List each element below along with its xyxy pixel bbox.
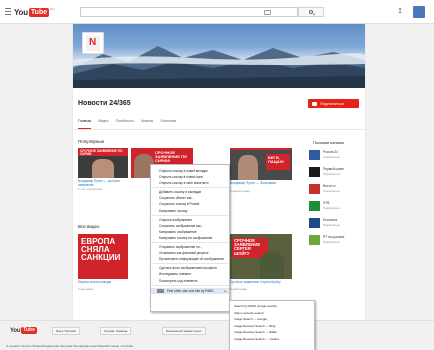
video-thumbnail[interactable]: БЕГИ, ПАЦАН! — [230, 150, 292, 180]
related-channels-title: Похожие каналы — [313, 140, 345, 145]
channel-name[interactable]: Вести ru — [323, 184, 363, 188]
related-channel-item[interactable]: RT на русском Подписаться — [309, 235, 365, 247]
context-menu-separator — [151, 187, 229, 189]
channel-logo-icon: N — [86, 35, 100, 51]
subscribe-link[interactable]: Подписаться — [323, 189, 340, 193]
keyboard-icon[interactable] — [264, 10, 271, 15]
video-title[interactable]: Срочное заявление Сергея Шойгу — [230, 280, 292, 285]
subscribe-link[interactable]: Подписаться — [323, 240, 340, 244]
footer-logo-badge: Tube — [21, 327, 37, 334]
related-channel-item[interactable]: Euronews Подписаться — [309, 218, 365, 230]
thumbnail-person — [260, 252, 284, 279]
tab-about[interactable]: Описание — [160, 119, 176, 129]
channel-name[interactable]: Первый канал — [323, 167, 363, 171]
thumbnail-caption: СРОЧНОЕ ЗАЯВЛЕНИЕ ПО СИРИИ — [80, 149, 123, 157]
video-meta: 1 тыс. просмотров — [78, 187, 102, 191]
context-menu-separator — [151, 214, 229, 216]
submenu-arrow-icon: ▸ — [224, 288, 226, 293]
thumbnail-caption: СРОЧНОЕ ЗАЯВЛЕНИЕ ПО СИРИИ! — [155, 150, 188, 163]
rimg-submenu: Search by RIMG (image search) Video conte… — [229, 300, 315, 350]
video-title[interactable]: Владимир Путин — Экономика — [230, 181, 292, 186]
thumbnail-caption: БЕГИ, ПАЦАН! — [268, 155, 284, 164]
guide-menu-icon[interactable] — [5, 8, 11, 15]
language-button[interactable]: Язык: Русский — [52, 327, 80, 335]
masthead: You Tube RU ↥ — [0, 0, 434, 24]
youtube-logo[interactable]: You Tube RU — [14, 7, 54, 17]
video-meta: 2 недели назад — [230, 189, 250, 193]
channel-name[interactable]: Россия 24 — [323, 150, 363, 154]
context-menu-separator — [151, 242, 229, 244]
video-meta: 3 дня назад — [78, 287, 94, 291]
youtube-play-icon — [312, 101, 317, 106]
safety-mode-button[interactable]: Безопасный режим: выкл. — [162, 327, 207, 335]
subscribe-link[interactable]: Подписаться — [323, 172, 340, 176]
country-button[interactable]: Страна: Украина — [100, 327, 132, 335]
tab-home[interactable]: Главная — [78, 119, 92, 129]
channel-avatar[interactable] — [309, 235, 320, 245]
footer-links[interactable]: О сервисе Прессе Правообладателям Автора… — [6, 344, 133, 348]
section-title-all: Все видео — [78, 224, 100, 229]
channel-logo-letter: N — [89, 36, 97, 48]
context-menu-item[interactable]: Копировать ссылку на изображение — [151, 235, 229, 241]
search-button[interactable] — [298, 7, 324, 17]
channel-name[interactable]: Euronews — [323, 218, 363, 222]
logo-badge: Tube — [28, 7, 50, 17]
subscribe-label: Подписаться — [320, 101, 344, 106]
related-channel-item[interactable]: Первый канал Подписаться — [309, 167, 365, 179]
context-menu-item-label: Find other size and info by RIMG — [167, 288, 214, 293]
tab-playlists[interactable]: Плейлисты — [116, 119, 134, 129]
tab-videos[interactable]: Видео — [98, 119, 108, 129]
footer: You Tube Язык: Русский Страна: Украина Б… — [0, 320, 434, 350]
context-menu: Открыть ссылку в новой вкладке Открыть сс… — [150, 164, 230, 312]
tab-channels[interactable]: Каналы — [141, 119, 153, 129]
footer-logo-text: You — [10, 327, 21, 334]
channel-name[interactable]: НТВ — [323, 201, 363, 205]
subscribe-button[interactable]: Подписаться — [308, 99, 359, 108]
channel-avatar[interactable] — [309, 150, 320, 160]
thumbnail-caption: ЕВРОПА СНЯЛА САНКЦИИ — [81, 237, 121, 262]
video-thumbnail[interactable]: СРОЧНОЕ ЗАЯВЛЕНИЕ СЕРГЕЯ ШОЙГУ — [230, 234, 292, 279]
channel-avatar[interactable]: N — [82, 32, 104, 54]
context-menu-item-rimg[interactable]: Find other size and info by RIMG ▸ — [151, 287, 229, 294]
tabs-divider — [73, 129, 365, 130]
submenu-item[interactable]: Image Reverse Search — Yandex — [230, 336, 314, 343]
thumbnail-person — [92, 159, 114, 178]
section-title-popular: Популярные — [78, 139, 105, 144]
related-channel-item[interactable]: Вести ru Подписаться — [309, 184, 365, 196]
channel-avatar[interactable] — [309, 167, 320, 177]
channel-title: Новости 24/365 — [78, 100, 131, 107]
channel-tabs: Главная Видео Плейлисты Каналы Описание — [78, 119, 176, 129]
video-thumbnail[interactable]: ЕВРОПА СНЯЛА САНКЦИИ — [78, 234, 128, 279]
channel-name[interactable]: RT на русском — [323, 235, 363, 239]
subscribe-link[interactable]: Подписаться — [323, 155, 340, 159]
channel-avatar[interactable] — [309, 184, 320, 194]
video-thumbnail[interactable]: СРОЧНОЕ ЗАЯВЛЕНИЕ ПО СИРИИ — [78, 148, 128, 178]
search-icon — [309, 10, 313, 14]
footer-youtube-logo[interactable]: You Tube — [10, 327, 37, 334]
video-meta: 5 дней назад — [230, 287, 247, 291]
logo-region: RU — [50, 7, 55, 11]
rimg-icon — [157, 288, 164, 293]
context-menu-item[interactable]: Просмотреть информацию об изображении — [151, 256, 229, 262]
subscribe-link[interactable]: Подписаться — [323, 206, 340, 210]
search-input[interactable] — [80, 7, 298, 17]
context-menu-item[interactable]: Копировать ссылку — [151, 208, 229, 214]
channel-avatar[interactable] — [309, 201, 320, 211]
logo-text: You — [14, 7, 28, 17]
account-avatar[interactable] — [413, 6, 425, 18]
related-channel-item[interactable]: НТВ Подписаться — [309, 201, 365, 213]
video-title[interactable]: Европа сняла санкции — [78, 280, 128, 285]
mountain-banner-art — [73, 46, 365, 88]
context-menu-separator — [151, 263, 229, 265]
channel-banner: N — [73, 24, 365, 88]
channel-avatar[interactable] — [309, 218, 320, 228]
upload-icon[interactable]: ↥ — [396, 8, 404, 16]
thumbnail-caption: СРОЧНОЕ ЗАЯВЛЕНИЕ СЕРГЕЯ ШОЙГУ — [234, 238, 261, 256]
subscribe-link[interactable]: Подписаться — [323, 223, 340, 227]
context-menu-item[interactable]: Посмотреть код элемента — [151, 278, 229, 284]
context-menu-item[interactable]: Открыть ссылку в окне инкогнито — [151, 180, 229, 186]
related-channel-item[interactable]: Россия 24 Подписаться — [309, 150, 365, 162]
context-menu-separator — [151, 284, 229, 286]
